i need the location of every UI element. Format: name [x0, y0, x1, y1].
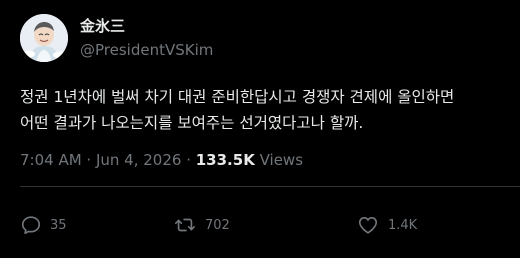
avatar-illustration — [20, 14, 68, 62]
post-text-line: 어떤 결과가 나오는지를 보여주는 선거였다고나 할까. — [20, 114, 364, 132]
post-date[interactable]: Jun 4, 2026 — [96, 151, 181, 169]
reply-bubble-icon — [21, 216, 41, 235]
author-display-name[interactable]: 金氷三 — [80, 16, 125, 36]
author-handle[interactable]: @PresidentVSKim — [80, 40, 213, 60]
post-text-line: 정권 1년차에 벌써 차기 대권 준비한답시고 경쟁자 견제에 올인하면 — [20, 88, 455, 106]
reply-count: 35 — [50, 217, 67, 233]
post-metadata: 7:04 AM · Jun 4, 2026 · 133.5K Views — [20, 150, 303, 170]
meta-separator: · — [181, 151, 196, 169]
reply-button[interactable]: 35 — [20, 213, 67, 237]
avatar[interactable] — [20, 14, 68, 62]
meta-separator: · — [81, 151, 96, 169]
post-time[interactable]: 7:04 AM — [20, 151, 82, 169]
repost-arrows-icon — [175, 218, 195, 232]
divider — [20, 186, 520, 187]
like-count: 1.4K — [388, 217, 418, 233]
tweet-card: 金氷三 @PresidentVSKim 정권 1년차에 벌써 차기 대권 준비한… — [0, 0, 520, 258]
repost-count: 702 — [205, 217, 230, 233]
repost-button[interactable]: 702 — [173, 213, 230, 237]
heart-icon — [358, 217, 378, 234]
views-count: 133.5K — [195, 151, 255, 169]
views-label: Views — [254, 151, 304, 169]
post-text: 정권 1년차에 벌써 차기 대권 준비한답시고 경쟁자 견제에 올인하면 어떤 … — [20, 84, 510, 136]
like-button[interactable]: 1.4K — [356, 213, 417, 237]
